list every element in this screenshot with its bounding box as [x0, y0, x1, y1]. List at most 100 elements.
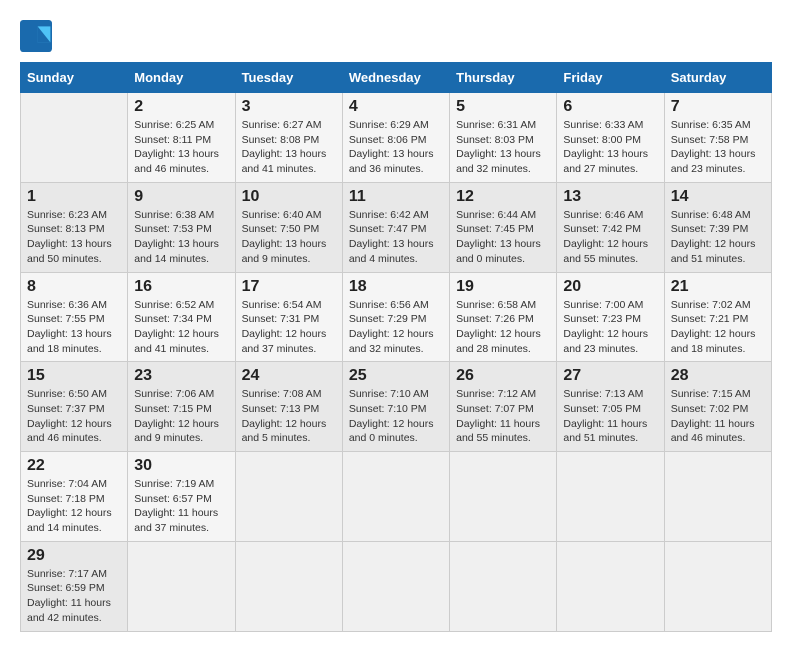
- day-detail: Sunrise: 7:13 AMSunset: 7:05 PMDaylight:…: [563, 387, 657, 446]
- day-detail: Sunrise: 6:50 AMSunset: 7:37 PMDaylight:…: [27, 387, 121, 446]
- day-detail: Sunrise: 6:25 AMSunset: 8:11 PMDaylight:…: [134, 118, 228, 177]
- day-number: 9: [134, 188, 228, 206]
- day-number: 20: [563, 278, 657, 296]
- day-detail: Sunrise: 6:48 AMSunset: 7:39 PMDaylight:…: [671, 208, 765, 267]
- day-detail: Sunrise: 7:00 AMSunset: 7:23 PMDaylight:…: [563, 298, 657, 357]
- calendar-cell: 5Sunrise: 6:31 AMSunset: 8:03 PMDaylight…: [450, 93, 557, 183]
- day-detail: Sunrise: 7:15 AMSunset: 7:02 PMDaylight:…: [671, 387, 765, 446]
- calendar-cell: 8 Sunrise: 6:36 AMSunset: 7:55 PMDaylight…: [21, 272, 128, 362]
- calendar-cell: 10Sunrise: 6:40 AMSunset: 7:50 PMDayligh…: [235, 182, 342, 272]
- calendar-cell: 26 Sunrise: 7:12 AMSunset: 7:07 PMDayligh…: [450, 362, 557, 452]
- day-number: 14: [671, 188, 765, 206]
- day-detail: Sunrise: 6:52 AMSunset: 7:34 PMDaylight:…: [134, 298, 228, 357]
- calendar-week-row: 29 Sunrise: 7:17 AMSunset: 6:59 PMDayligh…: [21, 541, 772, 631]
- calendar-cell: 13 Sunrise: 6:46 AMSunset: 7:42 PMDayligh…: [557, 182, 664, 272]
- calendar-cell: 29 Sunrise: 7:17 AMSunset: 6:59 PMDayligh…: [21, 541, 128, 631]
- day-number: 12: [456, 188, 550, 206]
- day-number: 13: [563, 188, 657, 206]
- day-number: 26: [456, 367, 550, 385]
- day-detail: Sunrise: 6:33 AMSunset: 8:00 PMDaylight:…: [563, 118, 657, 177]
- day-detail: Sunrise: 6:29 AMSunset: 8:06 PMDaylight:…: [349, 118, 443, 177]
- calendar-cell: 9 Sunrise: 6:38 AMSunset: 7:53 PMDaylight…: [128, 182, 235, 272]
- calendar-cell: [342, 541, 449, 631]
- header-saturday: Saturday: [664, 63, 771, 93]
- day-detail: Sunrise: 6:58 AMSunset: 7:26 PMDaylight:…: [456, 298, 550, 357]
- calendar-cell: [128, 541, 235, 631]
- calendar-cell: 18Sunrise: 6:56 AMSunset: 7:29 PMDayligh…: [342, 272, 449, 362]
- day-detail: Sunrise: 6:31 AMSunset: 8:03 PMDaylight:…: [456, 118, 550, 177]
- header-monday: Monday: [128, 63, 235, 93]
- calendar-cell: 17 Sunrise: 6:54 AMSunset: 7:31 PMDayligh…: [235, 272, 342, 362]
- day-number: 11: [349, 188, 443, 206]
- calendar-cell: 20 Sunrise: 7:00 AMSunset: 7:23 PMDayligh…: [557, 272, 664, 362]
- calendar-cell: 7 Sunrise: 6:35 AMSunset: 7:58 PMDaylight…: [664, 93, 771, 183]
- day-number: 8: [27, 278, 121, 296]
- day-number: 23: [134, 367, 228, 385]
- day-detail: Sunrise: 6:38 AMSunset: 7:53 PMDaylight:…: [134, 208, 228, 267]
- day-number: 3: [242, 98, 336, 116]
- calendar-cell: 12Sunrise: 6:44 AMSunset: 7:45 PMDayligh…: [450, 182, 557, 272]
- day-number: 1: [27, 188, 121, 206]
- day-detail: Sunrise: 7:12 AMSunset: 7:07 PMDaylight:…: [456, 387, 550, 446]
- calendar-cell: 11 Sunrise: 6:42 AMSunset: 7:47 PMDayligh…: [342, 182, 449, 272]
- day-detail: Sunrise: 7:17 AMSunset: 6:59 PMDaylight:…: [27, 567, 121, 626]
- calendar-cell: 3 Sunrise: 6:27 AMSunset: 8:08 PMDaylight…: [235, 93, 342, 183]
- day-number: 17: [242, 278, 336, 296]
- calendar-cell: 30Sunrise: 7:19 AMSunset: 6:57 PMDayligh…: [128, 452, 235, 542]
- day-detail: Sunrise: 7:08 AMSunset: 7:13 PMDaylight:…: [242, 387, 336, 446]
- general-blue-icon: [20, 20, 52, 52]
- day-detail: Sunrise: 7:19 AMSunset: 6:57 PMDaylight:…: [134, 477, 228, 536]
- day-number: 7: [671, 98, 765, 116]
- calendar-week-row: 15 Sunrise: 6:50 AMSunset: 7:37 PMDayligh…: [21, 362, 772, 452]
- day-number: 25: [349, 367, 443, 385]
- day-detail: Sunrise: 7:04 AMSunset: 7:18 PMDaylight:…: [27, 477, 121, 536]
- calendar-cell: 15 Sunrise: 6:50 AMSunset: 7:37 PMDayligh…: [21, 362, 128, 452]
- day-number: 19: [456, 278, 550, 296]
- header-friday: Friday: [557, 63, 664, 93]
- day-detail: Sunrise: 6:42 AMSunset: 7:47 PMDaylight:…: [349, 208, 443, 267]
- header-thursday: Thursday: [450, 63, 557, 93]
- calendar-week-row: 1Sunrise: 6:23 AMSunset: 8:13 PMDaylight…: [21, 182, 772, 272]
- calendar-cell: 24 Sunrise: 7:08 AMSunset: 7:13 PMDayligh…: [235, 362, 342, 452]
- calendar-cell: 19 Sunrise: 6:58 AMSunset: 7:26 PMDayligh…: [450, 272, 557, 362]
- day-number: 27: [563, 367, 657, 385]
- day-detail: Sunrise: 6:36 AMSunset: 7:55 PMDaylight:…: [27, 298, 121, 357]
- header-tuesday: Tuesday: [235, 63, 342, 93]
- header: [20, 20, 772, 52]
- day-number: 21: [671, 278, 765, 296]
- calendar-cell: 4 Sunrise: 6:29 AMSunset: 8:06 PMDaylight…: [342, 93, 449, 183]
- calendar-cell: 16 Sunrise: 6:52 AMSunset: 7:34 PMDayligh…: [128, 272, 235, 362]
- calendar-cell: 28 Sunrise: 7:15 AMSunset: 7:02 PMDayligh…: [664, 362, 771, 452]
- day-detail: Sunrise: 6:27 AMSunset: 8:08 PMDaylight:…: [242, 118, 336, 177]
- day-number: 15: [27, 367, 121, 385]
- day-number: 29: [27, 547, 121, 565]
- header-sunday: Sunday: [21, 63, 128, 93]
- day-number: 4: [349, 98, 443, 116]
- day-number: 24: [242, 367, 336, 385]
- calendar-cell: 22Sunrise: 7:04 AMSunset: 7:18 PMDayligh…: [21, 452, 128, 542]
- day-number: 10: [242, 188, 336, 206]
- calendar-cell: 23Sunrise: 7:06 AMSunset: 7:15 PMDayligh…: [128, 362, 235, 452]
- day-number: 28: [671, 367, 765, 385]
- calendar-week-row: 8 Sunrise: 6:36 AMSunset: 7:55 PMDaylight…: [21, 272, 772, 362]
- day-detail: Sunrise: 6:46 AMSunset: 7:42 PMDaylight:…: [563, 208, 657, 267]
- day-number: 6: [563, 98, 657, 116]
- day-number: 16: [134, 278, 228, 296]
- calendar-week-row: 2Sunrise: 6:25 AMSunset: 8:11 PMDaylight…: [21, 93, 772, 183]
- calendar-cell: [235, 452, 342, 542]
- calendar-cell: [21, 93, 128, 183]
- calendar-cell: [450, 452, 557, 542]
- calendar-header-row: SundayMondayTuesdayWednesdayThursdayFrid…: [21, 63, 772, 93]
- day-detail: Sunrise: 6:54 AMSunset: 7:31 PMDaylight:…: [242, 298, 336, 357]
- calendar-cell: [235, 541, 342, 631]
- day-detail: Sunrise: 7:02 AMSunset: 7:21 PMDaylight:…: [671, 298, 765, 357]
- calendar-cell: [557, 452, 664, 542]
- day-detail: Sunrise: 6:35 AMSunset: 7:58 PMDaylight:…: [671, 118, 765, 177]
- calendar-cell: [450, 541, 557, 631]
- logo: [20, 20, 56, 52]
- calendar-cell: 14 Sunrise: 6:48 AMSunset: 7:39 PMDayligh…: [664, 182, 771, 272]
- calendar-cell: [557, 541, 664, 631]
- calendar-week-row: 22Sunrise: 7:04 AMSunset: 7:18 PMDayligh…: [21, 452, 772, 542]
- calendar-cell: 21 Sunrise: 7:02 AMSunset: 7:21 PMDayligh…: [664, 272, 771, 362]
- day-detail: Sunrise: 6:56 AMSunset: 7:29 PMDaylight:…: [349, 298, 443, 357]
